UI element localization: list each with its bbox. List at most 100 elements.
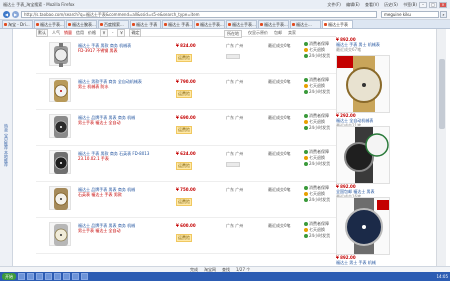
- product-title[interactable]: 福达士 手表 男款 商务 石英表 FD-8013 23.10.02.1 手表: [78, 151, 158, 161]
- price-confirm-button[interactable]: 确定: [129, 29, 142, 37]
- product-title[interactable]: 福达士 男款手表 商务 全自动机械表 男士 机械表 防水: [78, 79, 158, 89]
- service-label: 24小时发货: [309, 197, 331, 202]
- wangwang-icon[interactable]: [226, 54, 240, 59]
- product-price: ¥ 750.00: [176, 187, 196, 192]
- tab-item[interactable]: 福达士手表...: [258, 20, 289, 28]
- product-title[interactable]: 福达士 手表 男款 商务 机械表 FD-3917 不锈钢 男表: [78, 43, 158, 53]
- menu-view[interactable]: 查看(V): [365, 2, 379, 7]
- service-label: 24小时发货: [309, 161, 331, 166]
- ad-title[interactable]: 福达士 男士 手表 机械: [336, 260, 396, 265]
- tab-item[interactable]: 福达士手表...: [34, 20, 65, 28]
- list-item[interactable]: 福达士 手表 男款 商务 石英表 FD-8013 23.10.02.1 手表 ¥ …: [36, 146, 336, 182]
- menu-history[interactable]: 历史(S): [384, 2, 398, 7]
- sales-count: 最近成交0笔: [268, 43, 291, 48]
- product-price: ¥ 600.00: [176, 223, 196, 228]
- tab-item[interactable]: 福达士 手表...: [162, 20, 193, 28]
- ad-image[interactable]: [336, 126, 390, 184]
- product-price: ¥ 624.00: [176, 151, 196, 156]
- product-image[interactable]: [49, 222, 71, 246]
- sales-count: 最近成交0笔: [268, 223, 291, 228]
- product-title[interactable]: 福达士 品牌手表 男表 商务 机械 男士手表 福达士 全自动: [78, 223, 158, 233]
- quicklaunch-icon[interactable]: [36, 273, 43, 280]
- location-select[interactable]: 所在地: [224, 30, 242, 38]
- sort-price[interactable]: 价格: [88, 30, 96, 36]
- url-input[interactable]: http://s.taobao.com/search?q=福达士手表&comme…: [21, 10, 377, 18]
- minimize-button[interactable]: –: [419, 1, 427, 8]
- tab-item[interactable]: 百度搜索...: [98, 20, 129, 28]
- price-min-input[interactable]: ￥: [100, 29, 108, 37]
- vertical-scrollbar[interactable]: [436, 29, 446, 266]
- menu-file[interactable]: 文件(F): [327, 2, 340, 7]
- quicklaunch-icon[interactable]: [18, 273, 25, 280]
- maximize-button[interactable]: □: [429, 1, 437, 8]
- seller-location: 广东 广州: [226, 79, 244, 84]
- list-item[interactable]: 福达士 男款手表 商务 全自动机械表 男士 机械表 防水 ¥ 790.00 运费险…: [36, 74, 336, 110]
- sidebar-label[interactable]: 热卖 宝贝推荐 本地推荐: [3, 124, 9, 167]
- quicklaunch-icon[interactable]: [81, 273, 88, 280]
- quicklaunch-icon[interactable]: [45, 273, 52, 280]
- ad-item[interactable]: ¥ 892.00 全国包邮 福达士 男表 最近成交16笔: [336, 125, 396, 199]
- quicklaunch-icon[interactable]: [27, 273, 34, 280]
- sales-count: 最近成交0笔: [268, 187, 291, 192]
- product-image[interactable]: [49, 114, 71, 138]
- service-label: 24小时发货: [309, 125, 331, 130]
- tab-item[interactable]: 福达士 手表: [130, 20, 161, 28]
- ad-image[interactable]: [336, 55, 390, 113]
- original-price-checkbox[interactable]: 仅显示原价: [248, 30, 268, 38]
- forward-icon[interactable]: ▶: [12, 10, 19, 18]
- product-image[interactable]: [49, 186, 71, 210]
- taskbar-clock: 14:05: [436, 274, 448, 279]
- ad-sales: 最近成交67笔: [336, 47, 362, 52]
- bottom-area: 完成 淘宝网 查找 1/27 个 开始 14:05: [0, 266, 450, 281]
- close-button[interactable]: ×: [439, 1, 447, 8]
- tab-item[interactable]: 淘宝 - Dri...: [2, 20, 33, 28]
- tab-item[interactable]: 福达士手表...: [194, 20, 225, 28]
- free-shipping-checkbox[interactable]: 包邮: [274, 30, 282, 38]
- product-price: ¥ 790.00: [176, 79, 196, 84]
- list-item[interactable]: 福达士 品牌手表 男表 商务 机械 男士手表 福达士 全自动 ¥ 690.00 运…: [36, 110, 336, 146]
- seller-location: 广东 广州: [226, 223, 244, 228]
- ad-item[interactable]: ¥ 892.00 福达士 男士 手表 机械: [336, 196, 396, 265]
- list-item[interactable]: 福达士 品牌手表 男表 商务 机械 男士手表 福达士 全自动 ¥ 600.00 运…: [36, 218, 336, 254]
- price-dash: -: [112, 30, 114, 35]
- product-image[interactable]: [49, 42, 71, 67]
- window-title: 福达士 手表_淘宝搜索 - Mozilla Firefox: [3, 1, 75, 7]
- quicklaunch-icon[interactable]: [63, 273, 70, 280]
- ad-item[interactable]: ¥ 292.00 福达士 全自动机械表 最近成交21笔: [336, 54, 396, 128]
- tab-active[interactable]: 福达士手表: [322, 20, 353, 28]
- ad-image[interactable]: [336, 197, 390, 255]
- sort-popularity[interactable]: 人气: [52, 30, 60, 36]
- back-icon[interactable]: ◀: [3, 10, 10, 18]
- menu-bar: 文件(F) 编辑(E) 查看(V) 历史(S) 书签(B): [323, 2, 417, 8]
- list-item[interactable]: 福达士 品牌手表 男表 商务 机械 石英表 福达士 手表 男款 ¥ 750.00 …: [36, 182, 336, 218]
- sort-default[interactable]: 默认: [36, 29, 48, 37]
- scrollbar-thumb[interactable]: [439, 59, 445, 129]
- ad-item[interactable]: ¥ 892.00 福达士 手表 男士 机械表 最近成交67笔: [336, 37, 396, 52]
- sort-sales[interactable]: 销量: [64, 30, 72, 36]
- quicklaunch-icon[interactable]: [72, 273, 79, 280]
- quicklaunch-icon[interactable]: [54, 273, 61, 280]
- tab-item[interactable]: 福达士...: [290, 20, 321, 28]
- menu-bookmarks[interactable]: 书签(B): [403, 2, 417, 7]
- badge: 运费险: [176, 234, 192, 242]
- menu-edit[interactable]: 编辑(E): [346, 2, 360, 7]
- product-title[interactable]: 福达士 品牌手表 男表 商务 机械 石英表 福达士 手表 男款: [78, 187, 158, 197]
- product-image[interactable]: [49, 150, 71, 174]
- sort-credit[interactable]: 信用: [76, 30, 84, 36]
- seller-filter[interactable]: 卖家: [288, 30, 296, 38]
- tab-item[interactable]: 福达士手表...: [226, 20, 257, 28]
- product-image[interactable]: [49, 78, 71, 102]
- sales-count: 最近成交0笔: [268, 115, 291, 120]
- sales-count: 最近成交0笔: [268, 79, 291, 84]
- product-title[interactable]: 福达士 品牌手表 男表 商务 机械 男士手表 福达士 全自动: [78, 115, 158, 125]
- service-label: 24小时发货: [309, 53, 331, 58]
- taskbar: 开始 14:05: [0, 272, 450, 281]
- list-item[interactable]: 福达士 手表 男款 商务 机械表 FD-3917 不锈钢 男表 ¥ 824.00 …: [36, 38, 336, 74]
- price-max-input[interactable]: ￥: [117, 29, 126, 37]
- badge: 运费险: [176, 90, 192, 98]
- tab-item[interactable]: 福达士腕表...: [66, 20, 97, 28]
- search-input[interactable]: meguine kiku: [381, 10, 439, 18]
- start-button[interactable]: 开始: [2, 273, 16, 280]
- search-icon[interactable]: ⌕: [440, 10, 447, 18]
- wangwang-icon[interactable]: [226, 162, 240, 167]
